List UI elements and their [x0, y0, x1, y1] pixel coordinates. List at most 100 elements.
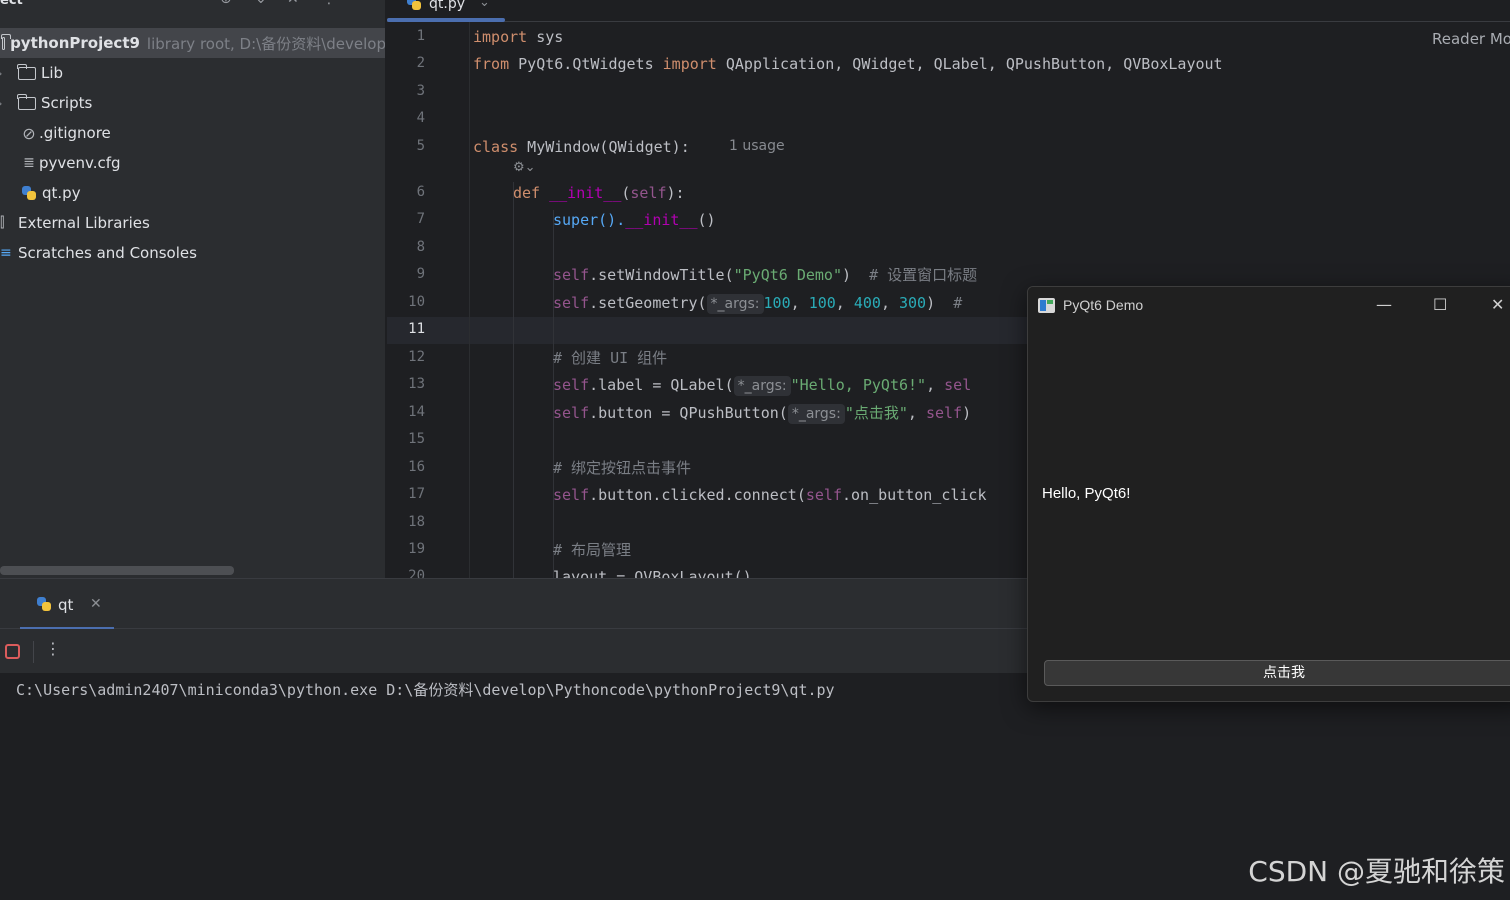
code-token: , — [907, 404, 926, 422]
code-token: self — [925, 404, 963, 422]
window-titlebar[interactable]: PyQt6 Demo — ☐ ✕ — [1028, 287, 1510, 325]
python-file-icon — [407, 0, 421, 10]
target-icon[interactable]: ⊕ — [220, 0, 232, 7]
code-token: self — [553, 376, 590, 394]
code-token: import — [473, 28, 528, 46]
toolbar-separator — [33, 641, 34, 663]
close-icon[interactable]: ⌄ — [479, 0, 490, 10]
project-panel-header: ect ⊕ ⌄ ✕ ⋮ — [0, 0, 385, 18]
code-token: "PyQt6 Demo" — [733, 266, 842, 284]
close-icon[interactable]: ✕ — [90, 596, 102, 612]
code-token: .setWindowTitle( — [589, 266, 734, 284]
tree-item-lib[interactable]: › Lib — [0, 58, 385, 88]
code-line-1: import sys — [473, 27, 563, 47]
code-token: PyQt6.QtWidgets — [509, 55, 663, 73]
code-token: "Hello, PyQt6!" — [790, 376, 927, 394]
code-line-14: self.button = QPushButton(*_args: "点击我", … — [553, 403, 971, 424]
project-panel-title: ect — [0, 0, 23, 8]
parameter-hint: *_args: — [706, 294, 764, 314]
app-icon — [1038, 298, 1055, 313]
code-line-6: def __init__(self): — [513, 183, 685, 203]
tree-item-external-libraries[interactable]: ⫿ External Libraries — [0, 208, 385, 238]
code-token: .button = QPushButton( — [589, 404, 788, 422]
code-token: ) — [842, 266, 870, 284]
run-tab-label: qt — [58, 596, 74, 614]
close-icon[interactable]: ✕ — [1491, 295, 1504, 314]
stop-button[interactable] — [5, 644, 20, 659]
line-number: 15 — [408, 431, 425, 447]
code-token: , — [835, 294, 854, 312]
code-token: () — [697, 211, 716, 229]
code-token: MyWindow(QWidget): — [518, 138, 690, 156]
line-number: 4 — [416, 110, 425, 126]
click-me-button[interactable]: 点击我 — [1044, 660, 1510, 686]
line-number: 11 — [408, 321, 425, 337]
code-line-17: self.button.clicked.connect(self.on_butt… — [553, 485, 987, 505]
chevron-right-icon[interactable]: › — [0, 97, 8, 110]
code-token: __init__ — [549, 184, 622, 202]
code-token: import — [662, 55, 717, 73]
code-token: sel — [944, 376, 972, 394]
code-token: self — [553, 486, 590, 504]
line-number: 12 — [408, 349, 425, 365]
console-output: C:\Users\admin2407\miniconda3\python.exe… — [16, 681, 835, 699]
code-token: , — [880, 294, 899, 312]
code-token: 400 — [853, 294, 881, 312]
kebab-icon[interactable]: ⋮ — [45, 639, 61, 658]
line-number: 16 — [408, 459, 425, 475]
code-token: 100 — [763, 294, 791, 312]
window-title: PyQt6 Demo — [1063, 297, 1144, 313]
tree-item-label: pyvenv.cfg — [39, 154, 121, 172]
tree-item-pyvenv[interactable]: ≣ pyvenv.cfg — [0, 148, 385, 178]
code-line-10: self.setGeometry(*_args: 100, 100, 400, 3… — [553, 293, 962, 314]
tree-item-scripts[interactable]: › Scripts — [0, 88, 385, 118]
line-number: 13 — [408, 376, 425, 392]
gutter-settings-icon[interactable]: ⚙⌄ — [513, 160, 536, 175]
code-line-19: # 布局管理 — [553, 540, 631, 560]
scratches-icon: ≡ — [0, 245, 12, 261]
line-number: 2 — [416, 55, 425, 71]
code-token: # — [953, 294, 963, 312]
code-token: def — [513, 184, 541, 202]
minimize-icon[interactable]: — — [1376, 295, 1392, 314]
kebab-icon[interactable]: ⋮ — [322, 0, 336, 7]
code-token: ) — [926, 294, 954, 312]
library-icon: ⫿ — [0, 215, 5, 231]
line-number: 20 — [408, 568, 425, 578]
tree-item-label: Scratches and Consoles — [18, 244, 197, 262]
tree-item-scratches[interactable]: ≡ Scratches and Consoles — [0, 238, 385, 268]
line-number: 9 — [416, 266, 425, 282]
line-number: 8 — [416, 239, 425, 255]
line-number: 17 — [408, 486, 425, 502]
close-icon[interactable]: ✕ — [287, 0, 299, 7]
watermark: CSDN @夏驰和徐策 — [1248, 855, 1505, 888]
tree-item-gitignore[interactable]: ⊘ .gitignore — [0, 118, 385, 148]
code-line-5: class MyWindow(QWidget): — [473, 137, 690, 157]
code-token: , — [790, 294, 809, 312]
folder-icon — [17, 63, 36, 80]
run-tab-qt[interactable]: qt ✕ — [20, 579, 114, 630]
tree-item-qt-py[interactable]: qt.py — [0, 178, 385, 208]
reader-mode-button[interactable]: Reader Mode — [1432, 30, 1510, 48]
line-number: 10 — [408, 294, 425, 310]
chevron-right-icon[interactable]: › — [0, 67, 8, 80]
maximize-icon[interactable]: ☐ — [1433, 295, 1447, 314]
horizontal-scrollbar[interactable] — [0, 566, 234, 575]
usage-hint[interactable]: 1 usage — [729, 138, 785, 154]
editor-tab-strip: qt.py ⌄ — [387, 0, 1510, 22]
code-token: .button.clicked.connect( — [589, 486, 806, 504]
code-line-9: self.setWindowTitle("PyQt6 Demo") # 设置窗口… — [553, 265, 977, 285]
code-token: super(). — [553, 211, 626, 229]
code-token: layout = QVBoxLayout() — [553, 568, 752, 578]
code-token: # 绑定按钮点击事件 — [553, 459, 692, 477]
pyqt-demo-window[interactable]: PyQt6 Demo — ☐ ✕ Hello, PyQt6! 点击我 — [1027, 286, 1510, 702]
chevron-icon[interactable]: ⌄ — [255, 0, 267, 7]
tree-item-project-root[interactable]: pythonProject9 library root, D:\备份资料\dev… — [0, 28, 386, 58]
editor-tab-qt-py[interactable]: qt.py ⌄ — [387, 0, 505, 22]
config-file-icon: ≣ — [23, 155, 35, 171]
project-root-hint: library root, D:\备份资料\develop — [146, 34, 386, 53]
code-token: .on_button_click — [842, 486, 987, 504]
code-token: ) — [962, 404, 972, 422]
tree-item-label: qt.py — [42, 184, 81, 202]
line-number: 18 — [408, 514, 425, 530]
